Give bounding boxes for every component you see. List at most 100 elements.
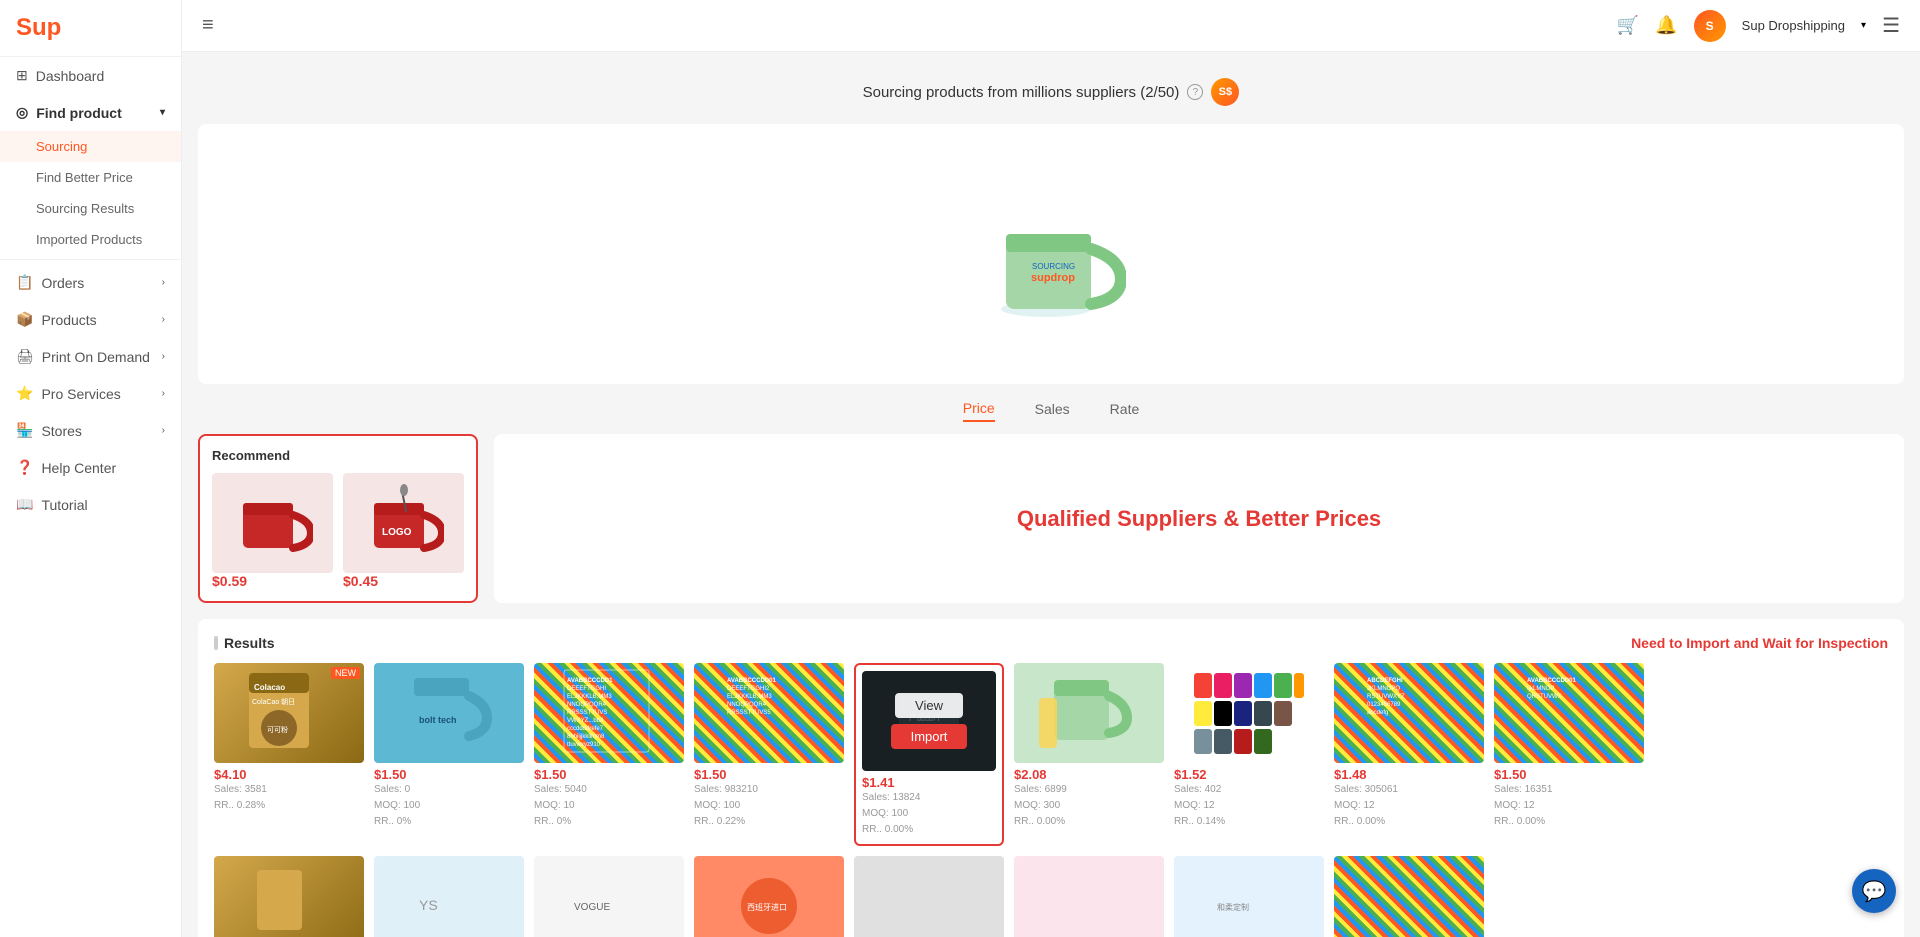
product-card-r2-1[interactable] xyxy=(214,856,364,937)
product-grid-2: YS VOGUE 西班牙进口 xyxy=(214,856,1888,937)
svg-text:RRSSSTTUVS5: RRSSSTTUVS5 xyxy=(727,710,771,716)
product-price-p7: $1.52 xyxy=(1174,767,1324,782)
more-menu-icon[interactable]: ☰ xyxy=(1882,13,1900,38)
product-stats-p1: Sales: 3581RR.. 0.28% xyxy=(214,782,364,814)
green-mug-container: supdrop SOURCING xyxy=(976,149,1126,359)
product-card-p4[interactable]: AVABBCCCDD01 DEEEFTGGHI2 ELJKKKLB,MM3 NN… xyxy=(694,663,844,846)
qualified-box: Qualified Suppliers & Better Prices xyxy=(494,434,1904,603)
sidebar-item-help-center[interactable]: ❓ Help Center xyxy=(0,449,181,486)
info-icon[interactable]: ? xyxy=(1187,84,1203,100)
rec-price-2: $0.45 xyxy=(343,573,464,589)
product-price-p9: $1.50 xyxy=(1494,767,1644,782)
view-button[interactable]: View xyxy=(895,693,963,718)
sidebar-item-find-better-price[interactable]: Find Better Price xyxy=(0,162,181,193)
user-dropdown-icon[interactable]: ▾ xyxy=(1861,20,1866,31)
product-thumb-p6 xyxy=(1014,663,1164,763)
product-card-p5[interactable]: 产品图片 待检测 View Import $1.41 Sales: 13824M… xyxy=(854,663,1004,846)
tab-price[interactable]: Price xyxy=(963,400,995,422)
sidebar-item-find-product[interactable]: ◎ Find product ▾ xyxy=(0,94,181,131)
sidebar-item-stores[interactable]: 🏪 Stores › xyxy=(0,412,181,449)
product-thumb-r2-8 xyxy=(1334,856,1484,937)
tab-sales[interactable]: Sales xyxy=(1035,401,1070,421)
product-card-p1[interactable]: Colacao ColaCao 朝日 可可粉 NEW $4.10 Sales: … xyxy=(214,663,364,846)
recommend-product-2[interactable]: LOGO $0.45 xyxy=(343,473,464,589)
product-thumb-r2-3: VOGUE xyxy=(534,856,684,937)
product-stats-p9: Sales: 16351MOQ: 12RR.. 0.00% xyxy=(1494,782,1644,830)
sidebar-item-tutorial[interactable]: 📖 Tutorial xyxy=(0,486,181,523)
product-stats-p2: Sales: 0MOQ: 100RR.. 0% xyxy=(374,782,524,830)
chat-button[interactable]: 💬 xyxy=(1852,869,1896,913)
product-card-r2-2[interactable]: YS xyxy=(374,856,524,937)
import-button[interactable]: Import xyxy=(891,724,968,749)
product-price-p1: $4.10 xyxy=(214,767,364,782)
product-card-p2[interactable]: bolt tech $1.50 Sales: 0MOQ: 100RR.. 0% xyxy=(374,663,524,846)
product-thumb-r2-1 xyxy=(214,856,364,937)
svg-text:ELJKKKLB,MM3: ELJKKKLB,MM3 xyxy=(567,694,612,700)
product-card-r2-6[interactable] xyxy=(1014,856,1164,937)
bell-icon[interactable]: 🔔 xyxy=(1655,15,1677,36)
product-card-r2-7[interactable]: 和柔定制 xyxy=(1174,856,1324,937)
user-name[interactable]: Sup Dropshipping xyxy=(1742,18,1845,33)
product-card-p3[interactable]: AVABBCCCDD1 DEEEFTGGHI ELJKKKLB,MM3 NNOQ… xyxy=(534,663,684,846)
find-product-icon: ◎ xyxy=(16,104,28,121)
rec-product-img-2: LOGO xyxy=(343,473,464,573)
sidebar-item-orders[interactable]: 📋 Orders › xyxy=(0,264,181,301)
recommend-product-1[interactable]: $0.59 xyxy=(212,473,333,589)
product-card-p8[interactable]: ABCDEFGHI JKLMNOPQ RSTUVWXYZ 0123456789 … xyxy=(1334,663,1484,846)
main-area: ≡ 🛒 🔔 S Sup Dropshipping ▾ ☰ Sourcing pr… xyxy=(182,0,1920,937)
sidebar-item-sourcing-results[interactable]: Sourcing Results xyxy=(0,193,181,224)
cart-icon[interactable]: 🛒 xyxy=(1617,15,1639,36)
svg-text:AVABBCCCDD01: AVABBCCCDD01 xyxy=(1527,678,1576,684)
sidebar-item-sourcing[interactable]: Sourcing xyxy=(0,131,181,162)
orders-icon: 📋 xyxy=(16,274,33,291)
chevron-right-icon: › xyxy=(162,351,165,362)
svg-text:DEEEFTGGHI: DEEEFTGGHI xyxy=(567,686,606,692)
product-card-p6[interactable]: $2.08 Sales: 6899MOQ: 300RR.. 0.00% xyxy=(1014,663,1164,846)
product-thumb-p4: AVABBCCCDD01 DEEEFTGGHI2 ELJKKKLB,MM3 NN… xyxy=(694,663,844,763)
svg-text:AVABBCCCDD1: AVABBCCCDD1 xyxy=(567,678,613,684)
sidebar: Sup ⊞ Dashboard ◎ Find product ▾ Sourcin… xyxy=(0,0,182,937)
product-price-p8: $1.48 xyxy=(1334,767,1484,782)
product-thumb-r2-5 xyxy=(854,856,1004,937)
svg-text:Colacao: Colacao xyxy=(254,683,285,692)
sidebar-item-dashboard[interactable]: ⊞ Dashboard xyxy=(0,57,181,94)
sidebar-toggle-icon[interactable]: ≡ xyxy=(202,14,214,37)
product-price-p5: $1.41 xyxy=(862,775,996,790)
dashboard-icon: ⊞ xyxy=(16,67,28,84)
svg-text:abcdefg: abcdefg xyxy=(1367,710,1388,716)
sidebar-item-pro-services[interactable]: ⭐ Pro Services › xyxy=(0,375,181,412)
logo: Sup xyxy=(0,0,181,57)
svg-text:8hhiijjkkllmm8: 8hhiijjkkllmm8 xyxy=(567,734,605,740)
product-card-r2-5[interactable] xyxy=(854,856,1004,937)
product-stats-p6: Sales: 6899MOQ: 300RR.. 0.00% xyxy=(1014,782,1164,830)
chevron-down-icon: ▾ xyxy=(160,107,165,118)
product-thumb-p9: AVABBCCCDD01 IjkLMNOP QRSTUVWX xyxy=(1494,663,1644,763)
svg-text:RRSSSTTUVS: RRSSSTTUVS xyxy=(567,710,607,716)
svg-text:DEEEFTGGHI2: DEEEFTGGHI2 xyxy=(727,686,770,692)
action-overlay: View Import xyxy=(862,671,996,771)
rec-product-img-1 xyxy=(212,473,333,573)
sidebar-item-products[interactable]: 📦 Products › xyxy=(0,301,181,338)
chevron-right-icon: › xyxy=(162,425,165,436)
product-price-p2: $1.50 xyxy=(374,767,524,782)
product-card-r2-3[interactable]: VOGUE xyxy=(534,856,684,937)
product-stats-p3: Sales: 5040MOQ: 10RR.. 0% xyxy=(534,782,684,830)
product-card-p7[interactable]: $1.52 Sales: 402MOQ: 12RR.. 0.14% xyxy=(1174,663,1324,846)
svg-text:0123456789: 0123456789 xyxy=(1367,702,1401,708)
svg-text:IjkLMNOP: IjkLMNOP xyxy=(1527,686,1554,692)
sourcing-header-text: Sourcing products from millions supplier… xyxy=(863,84,1180,101)
avatar: S xyxy=(1694,10,1726,42)
svg-text:QRSTUVWX: QRSTUVWX xyxy=(1527,694,1562,700)
tab-rate[interactable]: Rate xyxy=(1110,401,1140,421)
chevron-right-icon: › xyxy=(162,314,165,325)
top-navigation: ≡ 🛒 🔔 S Sup Dropshipping ▾ ☰ xyxy=(182,0,1920,52)
svg-text:LOGO: LOGO xyxy=(382,527,412,538)
product-card-r2-4[interactable]: 西班牙进口 xyxy=(694,856,844,937)
product-card-r2-8[interactable] xyxy=(1334,856,1484,937)
product-thumb-p3: AVABBCCCDD1 DEEEFTGGHI ELJKKKLB,MM3 NNOQ… xyxy=(534,663,684,763)
product-card-p9[interactable]: AVABBCCCDD01 IjkLMNOP QRSTUVWX $1.50 Sal… xyxy=(1494,663,1644,846)
help-icon: ❓ xyxy=(16,459,33,476)
sidebar-item-imported-products[interactable]: Imported Products xyxy=(0,224,181,255)
sidebar-item-print-on-demand[interactable]: 🖨 Print On Demand › xyxy=(0,338,181,375)
product-thumb-p2: bolt tech xyxy=(374,663,524,763)
